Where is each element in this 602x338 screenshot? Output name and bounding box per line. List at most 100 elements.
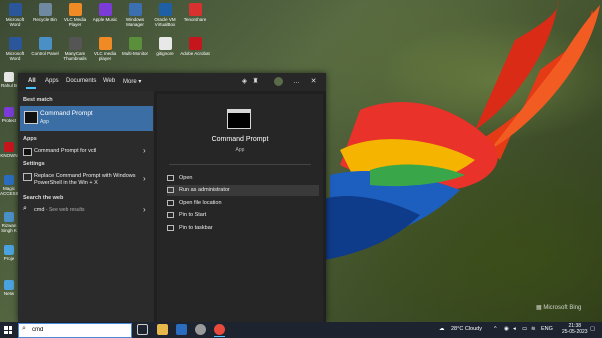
command-prompt-large-icon [227, 109, 251, 129]
desktop-icon-left-5[interactable]: Proje [0, 245, 18, 261]
desktop-icon-label: Windows Manager [125, 17, 145, 27]
user-icon [4, 212, 14, 222]
desktop-icon-music[interactable]: Apple Music [90, 3, 120, 22]
desktop-icon-gitignore[interactable]: gitignore [150, 37, 180, 56]
recycle-bin-icon [38, 3, 52, 16]
desktop-icon-left-1[interactable]: Protect [0, 107, 18, 123]
more-options-icon[interactable]: … [292, 77, 301, 86]
desktop-icon-left-2[interactable]: KNOWN [0, 142, 18, 158]
app-icon [4, 175, 14, 185]
open-icon [167, 175, 174, 181]
desktop-icon-label: Microsoft Word [5, 17, 25, 27]
shield-icon [167, 187, 174, 193]
desktop-icon-label: Tenorshare [183, 17, 207, 22]
panda-icon [68, 37, 82, 50]
avatar-icon[interactable] [274, 77, 283, 86]
desktop-icon-word-2[interactable]: Microsoft Word [0, 37, 30, 61]
desktop-icon-label: Multi-Monitor [121, 51, 148, 56]
desktop-icon-left-0[interactable]: Rahul B [0, 72, 18, 88]
desktop-icon-label: Netw [3, 291, 15, 296]
monitor-icon [128, 37, 142, 50]
chevron-up-icon[interactable]: ^ [494, 326, 497, 332]
desktop-icon-label: ManyCam Thumbnails [63, 51, 87, 61]
word-icon [8, 3, 22, 16]
app-icon[interactable] [176, 324, 187, 335]
desktop-icon-label: gitignore [156, 51, 174, 56]
close-icon[interactable]: ✕ [309, 77, 318, 86]
tab-all[interactable]: All [28, 78, 36, 84]
desktop-icon-vlc[interactable]: VLC Media Player [60, 3, 90, 27]
desktop-icon-vlc-2[interactable]: VLC media player [90, 37, 120, 61]
start-button[interactable] [4, 326, 12, 334]
tab-more[interactable]: More ▾ [123, 78, 141, 85]
chevron-right-icon[interactable]: › [143, 205, 146, 214]
desktop-icon-left-4[interactable]: Rizwan Singh K [0, 212, 18, 233]
weather-icon[interactable]: ☁ [439, 326, 445, 332]
word-icon [8, 37, 22, 50]
network-icon[interactable]: ◉ [504, 326, 509, 332]
desktop-icon-word[interactable]: Microsoft Word [0, 3, 30, 27]
app-icon[interactable] [195, 324, 206, 335]
desktop-icon-control-panel[interactable]: Control Panel [30, 37, 60, 56]
desktop-icon-acrobat[interactable]: Adobe Acrobat [180, 37, 210, 56]
desktop-icon-virtualbox[interactable]: Oracle VM VirtualBox [150, 3, 180, 27]
settings-heading: Settings [23, 161, 45, 167]
desktop-icon-multi-monitor[interactable]: Multi-Monitor [120, 37, 150, 56]
desktop-icon-label: KNOWN [0, 153, 18, 158]
tab-apps[interactable]: Apps [45, 78, 59, 84]
action-open-file-location[interactable]: Open file location [167, 198, 319, 209]
desktop-icon-label: Rizwan Singh K [1, 223, 17, 233]
desktop-icon-left-3[interactable]: Magic ACCESS [0, 175, 19, 196]
tab-documents[interactable]: Documents [66, 78, 96, 84]
wallpaper-parrot [320, 0, 600, 260]
clock[interactable]: 21:38 25-05-2023 [562, 323, 588, 335]
apps-heading: Apps [23, 136, 37, 142]
trophy-icon[interactable]: ♜ [251, 77, 260, 86]
action-pin-to-start[interactable]: Pin to Start [167, 210, 319, 221]
preview-type: App [235, 147, 245, 153]
search-input[interactable] [32, 325, 127, 335]
settings-result-replace-powershell[interactable]: Replace Command Prompt with Windows Powe… [20, 170, 153, 190]
search-icon: ⌕ [23, 205, 27, 212]
task-view-icon[interactable] [137, 324, 148, 335]
desktop-icon-windows-manager[interactable]: Windows Manager [120, 3, 150, 27]
action-run-as-administrator[interactable]: Run as administrator [167, 185, 319, 196]
file-explorer-icon[interactable] [157, 324, 168, 335]
battery-icon[interactable]: ▭ [522, 326, 527, 332]
chevron-right-icon[interactable]: › [143, 174, 146, 183]
web-result-cmd[interactable]: ⌕ cmd - See web results › [20, 204, 153, 217]
chat-icon[interactable]: ◈ [240, 77, 249, 86]
volume-icon[interactable]: ◂ [513, 326, 516, 332]
taskbar-search-box[interactable]: ⌕ [18, 323, 132, 338]
shield-icon [4, 107, 14, 117]
preview-divider [169, 164, 311, 165]
desktop-icon-label: Apple Music [92, 17, 118, 22]
desktop-icon-manycam[interactable]: ManyCam Thumbnails [60, 37, 90, 61]
notification-icon[interactable]: ▢ [590, 326, 595, 332]
control-panel-icon [38, 37, 52, 50]
search-panel: All Apps Documents Web More ▾ ◈ ♜ … ✕ Be… [18, 73, 326, 322]
best-match-type: App [40, 119, 49, 125]
chrome-icon[interactable] [214, 324, 225, 335]
action-pin-to-taskbar[interactable]: Pin to taskbar [167, 223, 319, 234]
app-result-command-prompt-vctl[interactable]: Command Prompt for vctl › [20, 145, 153, 158]
desktop-icon-label: VLC Media Player [63, 17, 87, 27]
settings-icon [23, 173, 32, 181]
action-label: Open file location [179, 200, 222, 206]
wifi-icon[interactable]: ≋ [531, 326, 536, 332]
language-indicator[interactable]: ENG [541, 326, 553, 332]
desktop-icon-recycle-bin[interactable]: Recycle Bin [30, 3, 60, 22]
tab-web[interactable]: Web [103, 78, 115, 84]
action-label: Pin to Start [179, 212, 207, 218]
desktop-icon-tenorshare[interactable]: Tenorshare [180, 3, 210, 22]
vlc-icon [98, 37, 112, 50]
music-icon [98, 3, 112, 16]
desktop-icon-label: Proje [3, 256, 15, 261]
action-open[interactable]: Open [167, 173, 319, 184]
settings-result-label: Replace Command Prompt with Windows Powe… [34, 173, 136, 186]
best-match-command-prompt[interactable]: Command Prompt App [20, 106, 153, 131]
weather-text[interactable]: 28°C Cloudy [451, 326, 482, 332]
tab-active-indicator [26, 87, 36, 89]
desktop-icon-left-6[interactable]: Netw [0, 280, 18, 296]
chevron-right-icon[interactable]: › [143, 146, 146, 155]
